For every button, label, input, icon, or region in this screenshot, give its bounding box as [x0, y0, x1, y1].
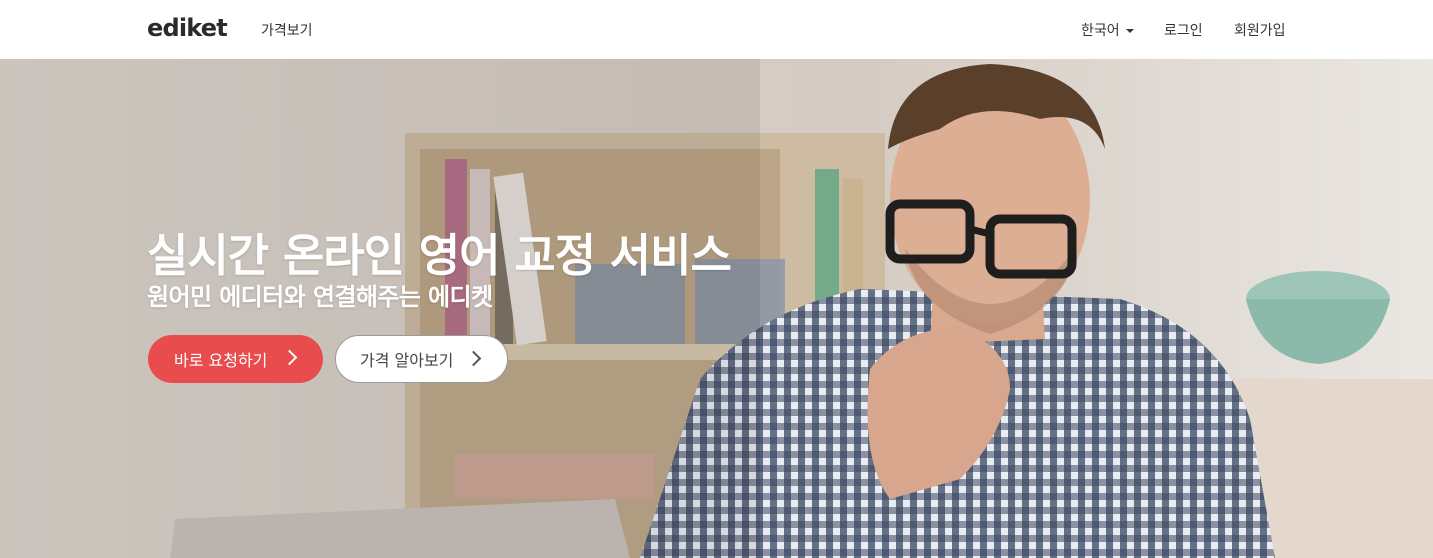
hero-subtitle: 원어민 에디터와 연결해주는 에디켓	[147, 283, 493, 311]
view-pricing-button[interactable]: 가격 알아보기	[335, 335, 508, 383]
signup-link[interactable]: 회원가입	[1234, 20, 1286, 40]
nav-pricing-link[interactable]: 가격보기	[261, 20, 313, 40]
chevron-right-icon	[465, 350, 482, 367]
language-dropdown[interactable]: 한국어	[1081, 20, 1134, 40]
view-pricing-label: 가격 알아보기	[360, 351, 454, 370]
hero-banner: 실시간 온라인 영어 교정 서비스 원어민 에디터와 연결해주는 에디켓 바로 …	[0, 59, 1433, 558]
top-navbar: ediket 가격보기 한국어 로그인 회원가입	[0, 0, 1433, 59]
request-now-button[interactable]: 바로 요청하기	[148, 335, 323, 383]
hero-title: 실시간 온라인 영어 교정 서비스	[147, 229, 732, 282]
ediket-logo[interactable]: ediket	[147, 14, 228, 42]
caret-down-icon	[1125, 29, 1134, 33]
login-link[interactable]: 로그인	[1164, 20, 1203, 40]
chevron-right-icon	[281, 349, 298, 366]
request-now-label: 바로 요청하기	[174, 351, 268, 370]
language-label: 한국어	[1081, 23, 1120, 39]
